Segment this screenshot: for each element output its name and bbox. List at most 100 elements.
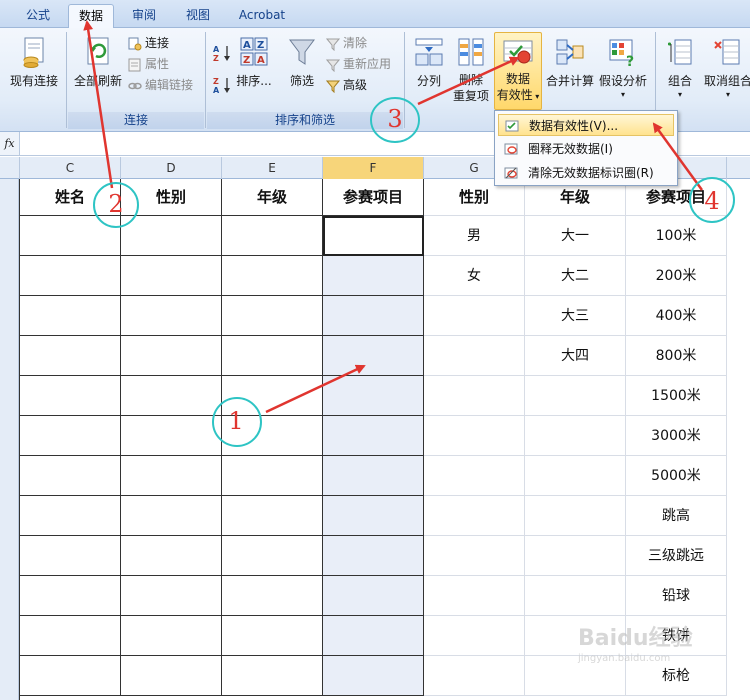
table-cell[interactable] (121, 216, 222, 256)
table-cell[interactable] (121, 256, 222, 296)
table-cell[interactable] (20, 256, 121, 296)
table-cell[interactable] (222, 456, 323, 496)
list-cell[interactable] (424, 656, 525, 696)
table-cell[interactable] (323, 256, 424, 296)
list-cell[interactable] (424, 576, 525, 616)
table-cell[interactable] (121, 416, 222, 456)
ungroup-button[interactable]: 取消组合 ▾ (702, 36, 750, 101)
filter-button[interactable]: 筛选 (282, 36, 322, 89)
list-cell[interactable] (424, 616, 525, 656)
sort-button[interactable]: A Z Z A 排序... (234, 36, 274, 89)
table-cell[interactable] (20, 656, 121, 696)
table-cell[interactable] (323, 616, 424, 656)
table-cell[interactable] (20, 496, 121, 536)
menu-item-clear-circles[interactable]: 清除无效数据标识圈(R) (498, 162, 674, 184)
tab-review[interactable]: 审阅 (122, 4, 166, 28)
table-cell[interactable] (222, 576, 323, 616)
sort-za-button[interactable]: Z A (212, 76, 234, 95)
text-to-columns-button[interactable]: 分列 (410, 36, 448, 89)
list-cell[interactable] (424, 416, 525, 456)
column-header-d[interactable]: D (121, 157, 222, 179)
consolidate-button[interactable]: 合并计算 (544, 36, 596, 89)
list-cell[interactable]: 1500米 (626, 376, 727, 416)
refresh-all-button[interactable]: 全部刷新 (70, 36, 126, 89)
list-cell[interactable]: 男 (424, 216, 525, 256)
table-cell[interactable] (222, 256, 323, 296)
list-cell[interactable] (424, 296, 525, 336)
list-cell[interactable]: 400米 (626, 296, 727, 336)
tab-view[interactable]: 视图 (176, 4, 220, 28)
active-cell[interactable] (323, 216, 424, 256)
clear-filter-button[interactable]: 清除 (326, 34, 367, 52)
tab-data[interactable]: 数据 (68, 4, 114, 28)
list-cell[interactable]: 3000米 (626, 416, 727, 456)
table-cell[interactable] (222, 656, 323, 696)
list-cell[interactable] (525, 576, 626, 616)
table-header-cell[interactable]: 性别 (121, 179, 222, 216)
group-button[interactable]: 组合 ▾ (660, 36, 700, 101)
table-cell[interactable] (222, 536, 323, 576)
list-cell[interactable]: 铅球 (626, 576, 727, 616)
table-cell[interactable] (20, 536, 121, 576)
table-cell[interactable] (20, 416, 121, 456)
table-cell[interactable] (121, 336, 222, 376)
list-cell[interactable] (424, 496, 525, 536)
list-cell[interactable]: 三级跳远 (626, 536, 727, 576)
table-cell[interactable] (121, 616, 222, 656)
table-cell[interactable] (323, 576, 424, 616)
list-cell[interactable]: 大二 (525, 256, 626, 296)
column-header-f[interactable]: F (323, 157, 424, 179)
table-cell[interactable] (222, 616, 323, 656)
tab-acrobat[interactable]: Acrobat (230, 4, 294, 28)
properties-button[interactable]: 属性 (128, 55, 169, 73)
advanced-filter-button[interactable]: 高级 (326, 76, 367, 94)
table-cell[interactable] (222, 336, 323, 376)
table-header-cell[interactable]: 参赛项目 (323, 179, 424, 216)
list-cell[interactable]: 大四 (525, 336, 626, 376)
sort-az-button[interactable]: A Z (212, 44, 234, 63)
menu-item-circle-invalid[interactable]: 圈释无效数据(I) (498, 138, 674, 160)
table-cell[interactable] (20, 576, 121, 616)
list-cell[interactable]: 大一 (525, 216, 626, 256)
reapply-button[interactable]: 重新应用 (326, 55, 391, 73)
existing-connections-button[interactable]: 现有连接 (6, 36, 62, 89)
list-cell[interactable] (525, 376, 626, 416)
worksheet[interactable]: 姓名 性别 年级 参赛项目 性别男女年级 大一 大二 大三 大四 参赛项目 100米 200米 400米… (0, 179, 750, 700)
list-cell[interactable]: 5000米 (626, 456, 727, 496)
list-cell[interactable] (525, 416, 626, 456)
list-cell[interactable]: 100米 (626, 216, 727, 256)
list-cell[interactable] (424, 456, 525, 496)
table-header-cell[interactable]: 年级 (222, 179, 323, 216)
select-all-corner[interactable] (0, 157, 20, 179)
list-cell[interactable]: 200米 (626, 256, 727, 296)
table-cell[interactable] (323, 296, 424, 336)
table-cell[interactable] (323, 336, 424, 376)
table-cell[interactable] (323, 536, 424, 576)
edit-links-button[interactable]: 编辑链接 (128, 76, 193, 94)
what-if-analysis-button[interactable]: ? 假设分析 ▾ (598, 36, 648, 101)
table-cell[interactable] (20, 456, 121, 496)
list-cell[interactable] (424, 376, 525, 416)
table-cell[interactable] (121, 656, 222, 696)
table-cell[interactable] (121, 296, 222, 336)
table-cell[interactable] (20, 616, 121, 656)
column-header-e[interactable]: E (222, 157, 323, 179)
table-cell[interactable] (121, 536, 222, 576)
table-cell[interactable] (121, 496, 222, 536)
list-cell[interactable] (424, 536, 525, 576)
table-cell[interactable] (20, 296, 121, 336)
tab-formulas[interactable]: 公式 (16, 4, 60, 28)
table-cell[interactable] (121, 456, 222, 496)
list-cell[interactable] (525, 536, 626, 576)
table-cell[interactable] (20, 376, 121, 416)
list-cell[interactable]: 大三 (525, 296, 626, 336)
table-cell[interactable] (222, 496, 323, 536)
list-cell[interactable]: 跳高 (626, 496, 727, 536)
list-cell[interactable] (525, 496, 626, 536)
table-cell[interactable] (121, 376, 222, 416)
list-cell[interactable] (424, 336, 525, 376)
list-cell[interactable]: 800米 (626, 336, 727, 376)
table-cell[interactable] (222, 296, 323, 336)
table-cell[interactable] (20, 336, 121, 376)
list-cell[interactable]: 女 (424, 256, 525, 296)
